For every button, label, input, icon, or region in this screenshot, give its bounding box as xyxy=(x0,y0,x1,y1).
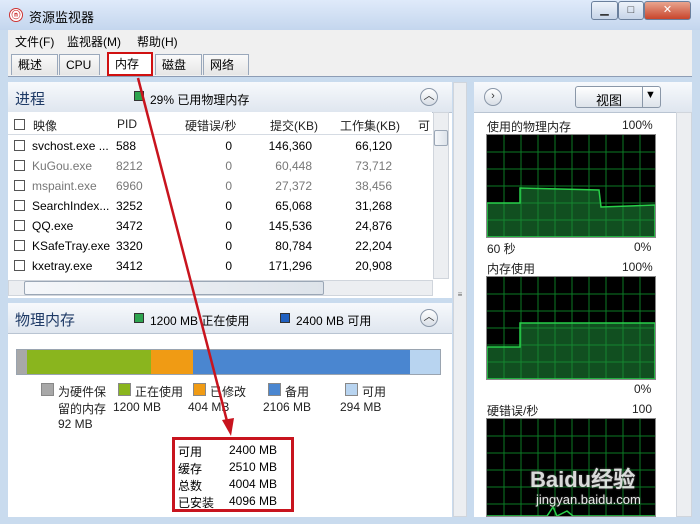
annotation-arrowhead xyxy=(222,418,234,436)
annotation-arrow-layer xyxy=(136,77,234,436)
annotation-arrow-line xyxy=(136,77,230,426)
